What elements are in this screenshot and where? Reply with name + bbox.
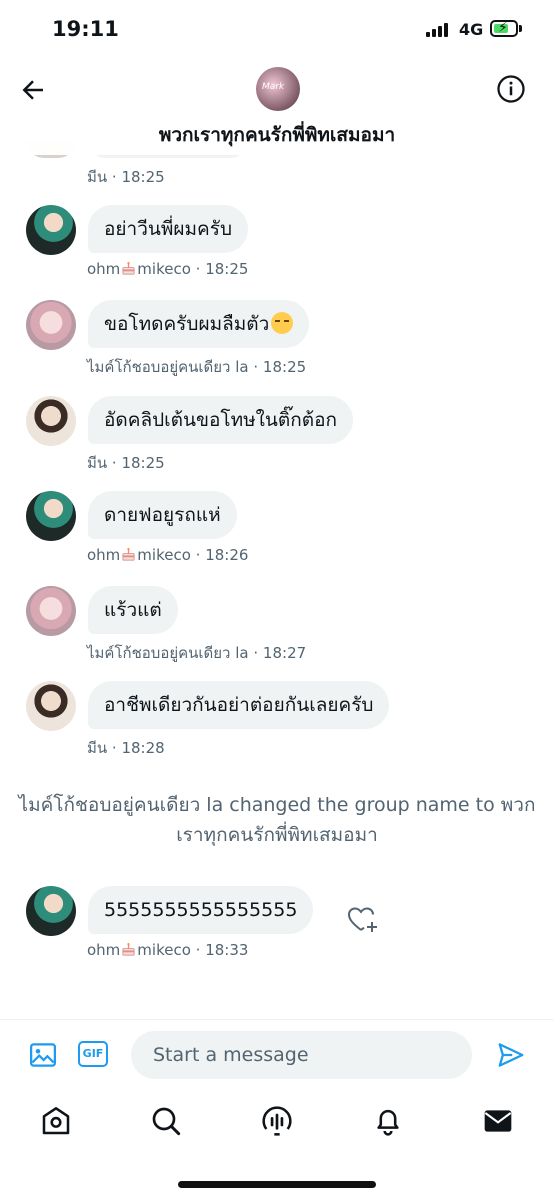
- bottom-tab-bar: [0, 1096, 554, 1156]
- group-avatar-text: Mark: [262, 82, 285, 92]
- disappointed-face-icon: [271, 312, 294, 334]
- system-message-line: ไมค์โก้ชอบอยู่คนเดียว la changed the gro…: [18, 794, 536, 816]
- sender-name: มีน: [87, 168, 108, 186]
- message-time: 18:25: [262, 358, 307, 376]
- envelope-icon[interactable]: [482, 1105, 514, 1137]
- send-icon[interactable]: [495, 1040, 527, 1070]
- sender-name: มีน: [87, 739, 108, 757]
- message-bubble[interactable]: แร้วแต่: [88, 586, 178, 634]
- bell-icon[interactable]: [372, 1105, 404, 1137]
- search-icon[interactable]: [150, 1105, 182, 1137]
- message-meta: มีน · 18:28: [87, 739, 165, 757]
- system-message: ไมค์โก้ชอบอยู่คนเดียว la changed the gro…: [0, 790, 554, 850]
- message-meta: ไมค์โก้ชอบอยู่คนเดียว la · 18:25: [87, 358, 307, 376]
- message-meta: ohm mikeco · 18:33: [87, 941, 249, 959]
- sender-name: ไมค์โก้ชอบอยู่คนเดียว la: [87, 644, 249, 662]
- message-meta: มีน · 18:25: [87, 168, 165, 186]
- message-bubble[interactable]: อย่าวีนพี่ผมครับ: [88, 205, 249, 253]
- microphone-icon[interactable]: [261, 1105, 293, 1137]
- message-time: 18:26: [205, 546, 249, 564]
- message-composer: GIF: [0, 1019, 554, 1090]
- avatar[interactable]: [26, 586, 76, 636]
- message-bubble[interactable]: ขอโทดครับผมลืมตัว: [88, 300, 310, 348]
- birthday-cake-icon: [122, 943, 135, 956]
- message-time: 18:28: [121, 739, 165, 757]
- home-icon[interactable]: [40, 1105, 72, 1137]
- system-message-line: เราทุกคนรักพี่พิทเสมอมา: [176, 824, 378, 846]
- group-avatar[interactable]: Mark: [256, 67, 300, 111]
- gif-icon[interactable]: GIF: [78, 1041, 108, 1067]
- sender-name: ไมค์โก้ชอบอยู่คนเดียว la: [87, 358, 249, 376]
- sender-suffix: mikeco: [137, 546, 191, 564]
- birthday-cake-icon: [122, 548, 135, 561]
- status-bar: 19:11 4G ⚡: [0, 0, 554, 60]
- message-meta: ohm mikeco · 18:25: [87, 260, 249, 278]
- message-meta: มีน · 18:25: [87, 454, 165, 472]
- battery-cap: [519, 25, 522, 32]
- battery-icon: ⚡: [490, 20, 518, 37]
- message-meta: ไมค์โก้ชอบอยู่คนเดียว la · 18:27: [87, 644, 307, 662]
- avatar[interactable]: [26, 886, 76, 936]
- avatar[interactable]: [26, 491, 76, 541]
- message-bubble[interactable]: อาชีพเดียวกันอย่าต่อยกันเลยครับ: [88, 681, 390, 729]
- message-time: 18:25: [121, 168, 165, 186]
- message-meta: ohm mikeco · 18:26: [87, 546, 249, 564]
- page-title[interactable]: พวกเราทุกคนรักพี่พิทเสมอมา: [0, 120, 554, 150]
- message-time: 18:27: [262, 644, 307, 662]
- sender-name: ohm: [87, 260, 121, 278]
- avatar[interactable]: [26, 681, 76, 731]
- sender-name: ohm: [87, 546, 121, 564]
- message-bubble[interactable]: ดายฟอยูรถแห่: [88, 491, 237, 539]
- message-time: 18:25: [121, 454, 165, 472]
- sender-name: ohm: [87, 941, 121, 959]
- avatar[interactable]: [26, 396, 76, 446]
- heart-plus-icon[interactable]: [346, 904, 380, 936]
- info-icon[interactable]: [496, 74, 526, 104]
- message-time: 18:33: [205, 941, 249, 959]
- conversation-header: Mark พวกเราทุกคนรักพี่พิทเสมอมา: [0, 60, 554, 155]
- message-input[interactable]: [131, 1031, 472, 1079]
- message-time: 18:25: [205, 260, 249, 278]
- message-text: ขอโทดครับผมลืมตัว: [104, 313, 270, 335]
- message-bubble[interactable]: อัดคลิปเต้นขอโทษในติ๊กต้อก: [88, 396, 354, 444]
- home-indicator[interactable]: [178, 1181, 376, 1188]
- avatar[interactable]: [26, 205, 76, 255]
- sender-name: มีน: [87, 454, 108, 472]
- sender-suffix: mikeco: [137, 260, 191, 278]
- cell-signal-icon: [426, 22, 448, 37]
- sender-suffix: mikeco: [137, 941, 191, 959]
- avatar[interactable]: [26, 300, 76, 350]
- status-time: 19:11: [52, 17, 119, 41]
- birthday-cake-icon: [122, 262, 135, 275]
- message-bubble[interactable]: 5555555555555555: [88, 886, 314, 934]
- back-arrow-icon[interactable]: [18, 75, 48, 105]
- network-type: 4G: [459, 20, 484, 39]
- image-icon[interactable]: [28, 1040, 58, 1070]
